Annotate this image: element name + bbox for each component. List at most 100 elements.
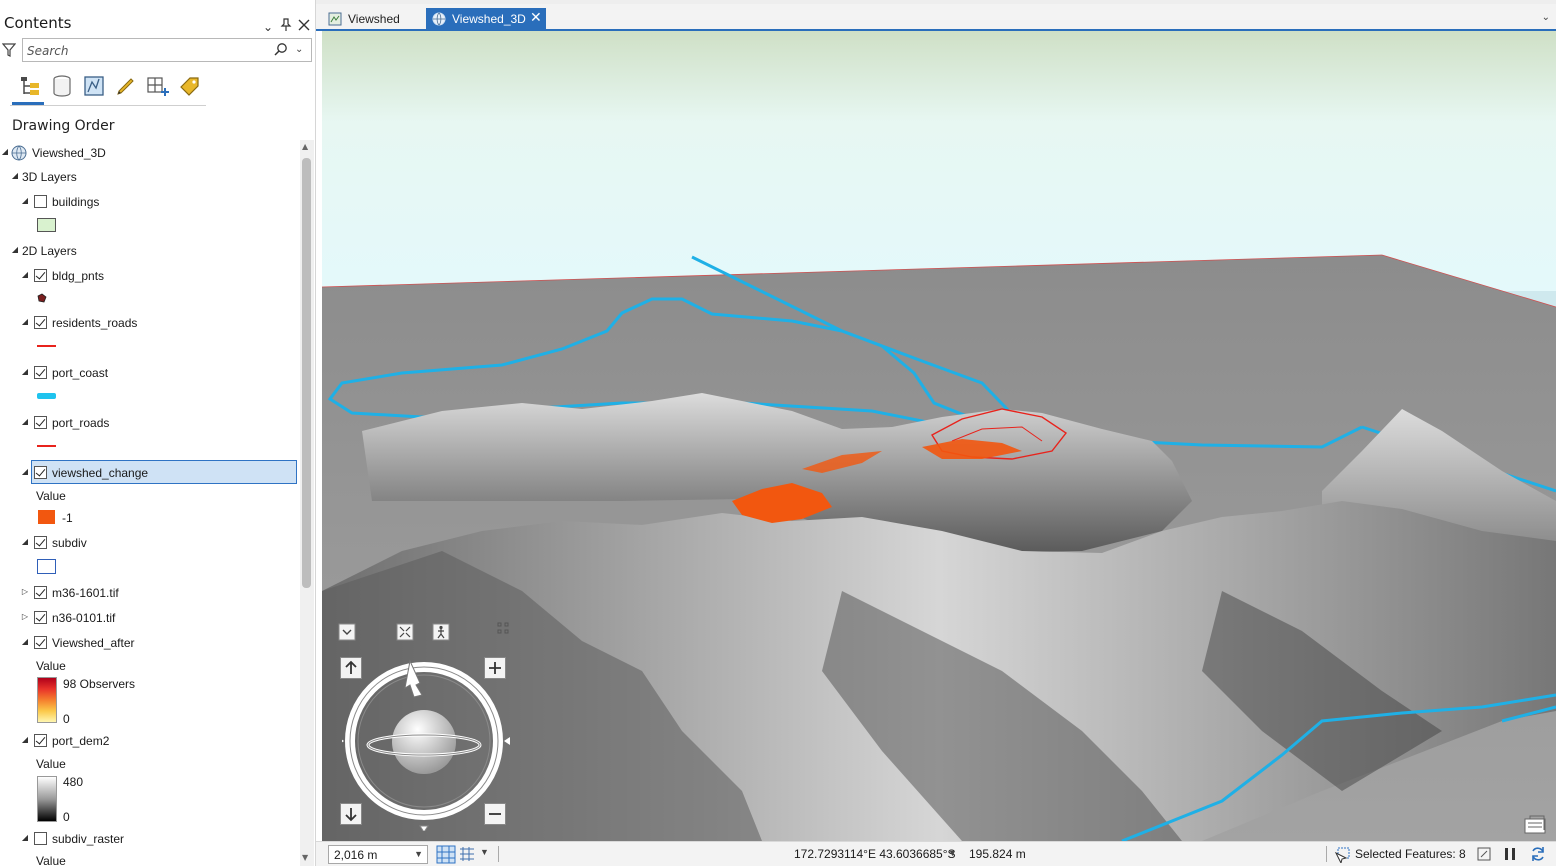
tree-label: port_coast <box>52 366 109 380</box>
collapse-triangle-icon[interactable]: ◢ <box>20 415 30 429</box>
tree-item-viewshed-after[interactable]: ◢ Viewshed_after <box>0 632 300 654</box>
expand-triangle-icon[interactable]: ▷ <box>20 610 30 624</box>
point-marker-symbol <box>37 293 47 303</box>
tree-label: subdiv_raster <box>52 832 125 846</box>
layer-visibility-checkbox[interactable] <box>34 366 47 379</box>
tree-label: residents_roads <box>52 316 138 330</box>
search-input[interactable] <box>27 42 267 59</box>
tree-item-m36-1601[interactable]: ▷ m36-1601.tif <box>0 582 300 604</box>
selection-icon <box>1334 847 1350 863</box>
collapse-triangle-icon[interactable]: ◢ <box>20 315 30 329</box>
tree-item-bldg-pnts[interactable]: ◢ bldg_pnts <box>0 265 300 287</box>
list-by-drawing-order-icon[interactable] <box>14 72 44 100</box>
scale-dropdown[interactable]: 2,016 m ▼ <box>328 845 428 864</box>
scroll-down-arrow-icon[interactable]: ▼ <box>302 853 308 862</box>
layer-visibility-checkbox[interactable] <box>34 416 47 429</box>
layer-visibility-checkbox[interactable] <box>34 832 47 845</box>
list-by-editing-icon[interactable] <box>110 72 140 100</box>
map-view-tabbar: Viewshed Viewshed_3D ✕ ⌄ <box>316 4 1556 31</box>
layer-visibility-checkbox[interactable] <box>34 536 47 549</box>
search-box: ⌄ <box>22 38 312 62</box>
tree-label: 2D Layers <box>22 244 77 258</box>
pause-drawing-icon[interactable] <box>1502 846 1518 862</box>
snapping-grid-icon[interactable] <box>458 846 476 863</box>
layer-visibility-checkbox[interactable] <box>34 636 47 649</box>
chevron-down-icon[interactable]: ▼ <box>480 847 489 857</box>
scroll-up-arrow-icon[interactable]: ▲ <box>302 142 308 151</box>
filter-icon[interactable] <box>2 42 16 58</box>
layer-visibility-checkbox[interactable] <box>34 734 47 747</box>
tab-viewshed[interactable]: Viewshed <box>322 8 418 31</box>
contents-view-tabs <box>10 70 206 106</box>
legend-low-label: 0 <box>63 810 70 824</box>
tree-item-subdiv-raster[interactable]: ◢ subdiv_raster <box>0 828 300 850</box>
legend-high-label: 98 Observers <box>63 677 136 691</box>
collapse-triangle-icon[interactable]: ◢ <box>0 145 10 159</box>
full-extent-icon[interactable] <box>396 623 414 641</box>
navigation-tools: ▼ <box>436 845 492 864</box>
tree-item-viewshed-3d[interactable]: ◢ Viewshed_3D <box>0 142 300 164</box>
buildings-fill-swatch <box>37 218 56 232</box>
search-icon[interactable] <box>273 42 289 58</box>
layer-tree: ◢ Viewshed_3D ◢ 3D Layers ◢ buildings ◢ … <box>0 140 300 866</box>
map-overview-icon[interactable] <box>1524 815 1548 835</box>
tree-item-3d-layers[interactable]: ◢ 3D Layers <box>0 166 300 188</box>
collapse-triangle-icon[interactable]: ◢ <box>20 465 30 479</box>
collapse-triangle-icon[interactable]: ◢ <box>20 831 30 845</box>
tree-item-residents-roads[interactable]: ◢ residents_roads <box>0 312 300 334</box>
grid-navigate-icon[interactable] <box>436 845 456 864</box>
tree-label: Viewshed_after <box>52 636 135 650</box>
3d-scene-view[interactable] <box>322 31 1556 841</box>
collapse-triangle-icon[interactable]: ◢ <box>20 194 30 208</box>
tree-item-n36-0101[interactable]: ▷ n36-0101.tif <box>0 607 300 629</box>
collapse-triangle-icon[interactable]: ◢ <box>20 268 30 282</box>
list-by-data-source-icon[interactable] <box>46 72 76 100</box>
clear-selection-icon[interactable] <box>1476 846 1492 862</box>
list-by-selection-icon[interactable] <box>78 72 108 100</box>
list-by-labeling-icon[interactable] <box>174 72 204 100</box>
collapse-triangle-icon[interactable]: ◢ <box>20 635 30 649</box>
pin-icon[interactable] <box>278 18 294 36</box>
search-options-chevron-down-icon[interactable]: ⌄ <box>295 42 309 58</box>
collapse-triangle-icon[interactable]: ◢ <box>20 365 30 379</box>
tree-item-port-dem2[interactable]: ◢ port_dem2 <box>0 730 300 752</box>
close-tab-icon[interactable]: ✕ <box>530 10 544 26</box>
pane-options-chevron-icon[interactable]: ⌄ <box>260 18 276 36</box>
first-person-walk-icon[interactable] <box>432 623 450 641</box>
navigator-menu-chevron-icon[interactable] <box>338 623 356 641</box>
tree-item-2d-layers[interactable]: ◢ 2D Layers <box>0 240 300 262</box>
navigator-globe-icon[interactable] <box>366 707 486 787</box>
expand-triangle-icon[interactable]: ▷ <box>20 585 30 599</box>
close-icon[interactable] <box>296 18 312 36</box>
tree-item-port-coast[interactable]: ◢ port_coast <box>0 362 300 384</box>
layer-visibility-checkbox[interactable] <box>34 195 47 208</box>
orange-fill-swatch <box>38 510 55 524</box>
layer-visibility-checkbox[interactable] <box>34 316 47 329</box>
coordinate-format-chevron-down-icon[interactable]: ▼ <box>948 848 957 858</box>
tree-item-subdiv[interactable]: ◢ subdiv <box>0 532 300 554</box>
arcgis-pro-window: Contents ⌄ ⌄ <box>0 0 1556 866</box>
layer-visibility-checkbox[interactable] <box>34 269 47 282</box>
legend-value-heading: Value <box>36 489 66 503</box>
contents-title: Contents <box>4 14 72 32</box>
collapse-triangle-icon[interactable]: ◢ <box>10 243 20 257</box>
expand-navigator-icon[interactable] <box>496 621 514 639</box>
tree-item-port-roads[interactable]: ◢ port_roads <box>0 412 300 434</box>
layer-tree-scrollbar[interactable]: ▲ ▼ <box>300 140 314 866</box>
tab-viewshed-3d[interactable]: Viewshed_3D ✕ <box>426 8 546 31</box>
active-view-indicator <box>12 102 44 105</box>
collapse-triangle-icon[interactable]: ◢ <box>10 169 20 183</box>
collapse-triangle-icon[interactable]: ◢ <box>20 733 30 747</box>
viewshed-color-ramp <box>37 677 57 723</box>
globe-icon <box>432 12 446 26</box>
tree-item-buildings[interactable]: ◢ buildings <box>0 191 300 213</box>
scrollbar-thumb[interactable] <box>302 158 311 588</box>
layer-visibility-checkbox[interactable] <box>34 611 47 624</box>
tabs-overflow-chevron-down-icon[interactable]: ⌄ <box>1542 12 1550 23</box>
tree-item-viewshed-change[interactable]: ◢ viewshed_change <box>0 460 300 484</box>
layer-visibility-checkbox[interactable] <box>34 466 47 479</box>
layer-visibility-checkbox[interactable] <box>34 586 47 599</box>
collapse-triangle-icon[interactable]: ◢ <box>20 535 30 549</box>
list-by-snapping-icon[interactable] <box>142 72 172 100</box>
refresh-icon[interactable] <box>1530 846 1546 862</box>
